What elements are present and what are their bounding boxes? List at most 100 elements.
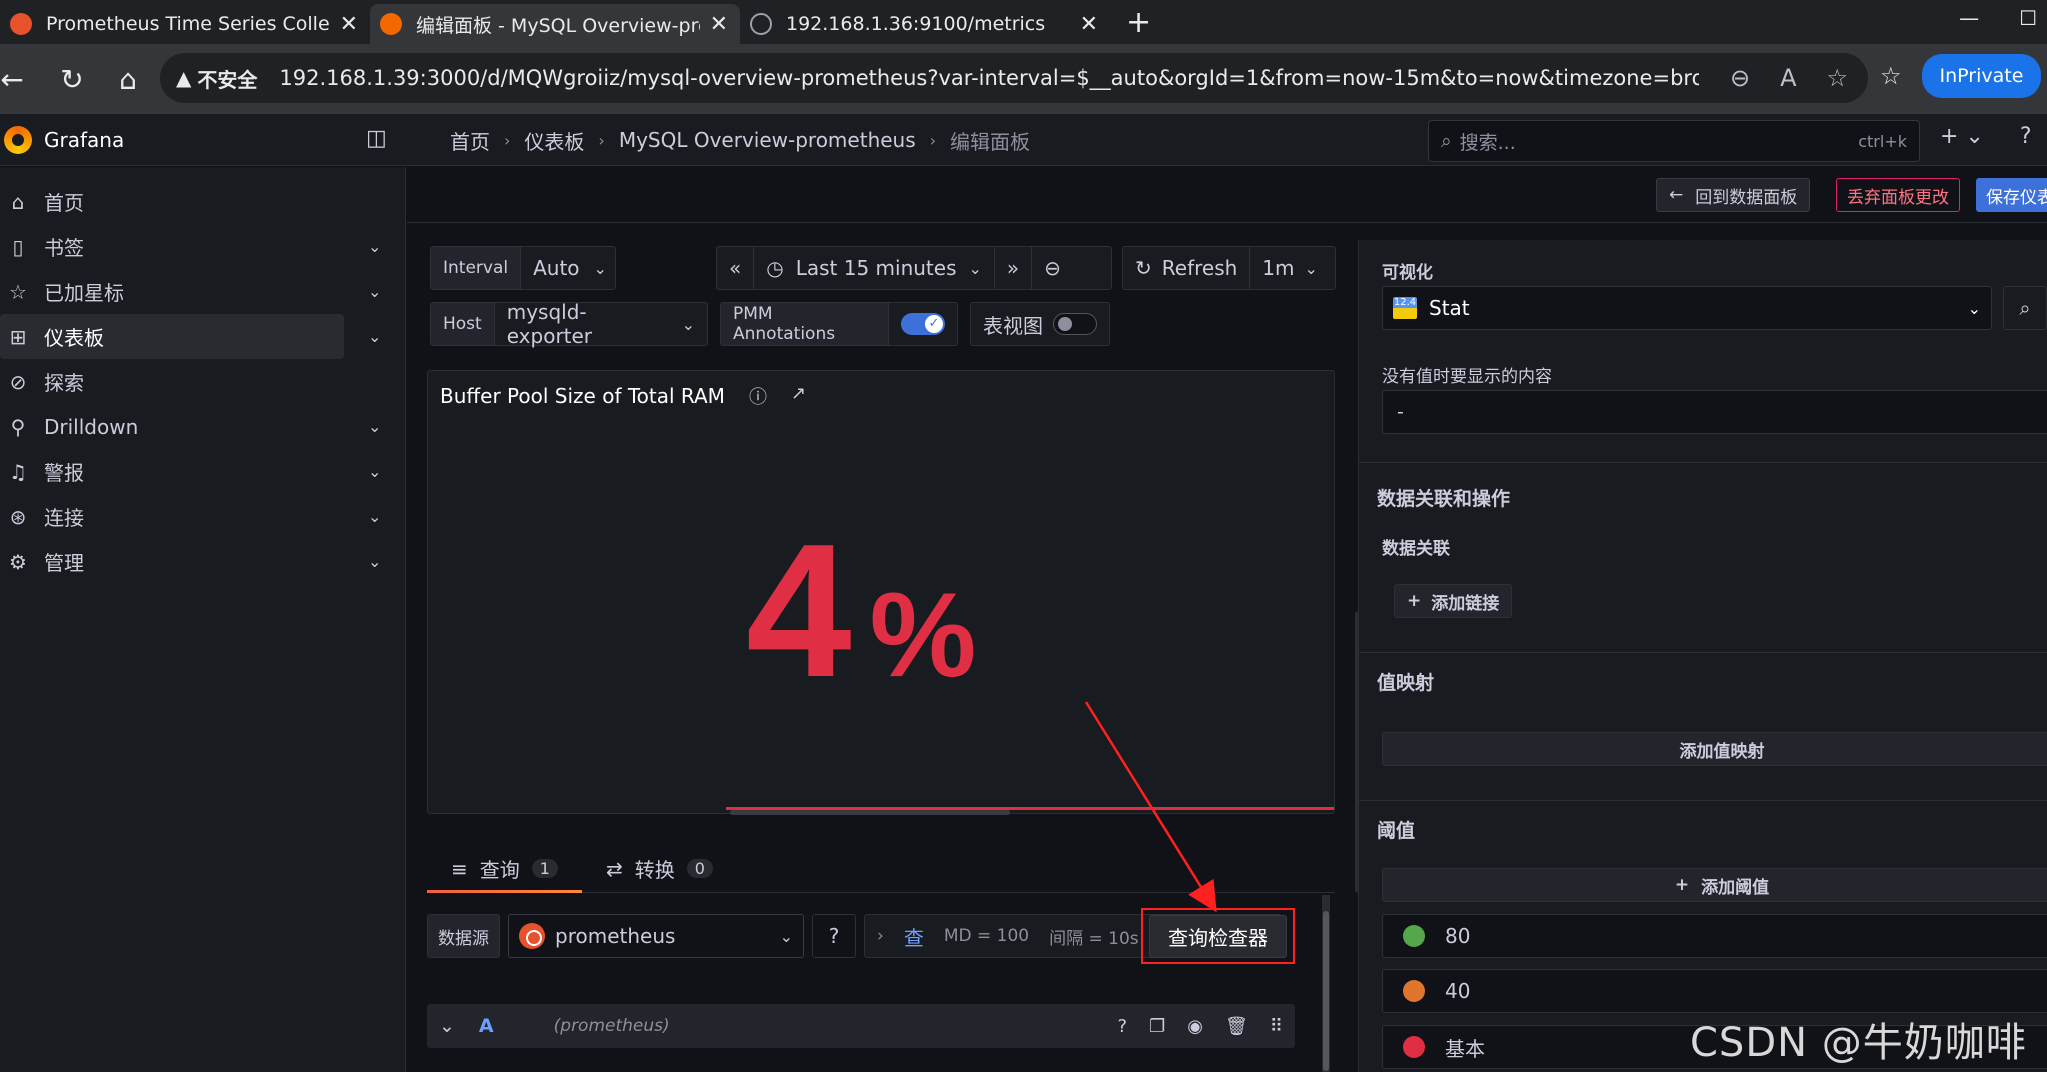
database-icon: ≡ [451, 856, 468, 881]
back-icon[interactable]: ← [0, 63, 24, 96]
help-icon[interactable]: ? [1118, 1016, 1128, 1037]
save-label: 保存仪表 [1986, 187, 2047, 208]
url-text[interactable]: 192.168.1.39:3000/d/MQWgroiiz/mysql-over… [279, 66, 1699, 90]
new-tab-icon[interactable]: + [1126, 5, 1151, 40]
horizontal-scrollbar[interactable] [730, 810, 1010, 815]
time-shift-forward-icon[interactable]: » [995, 247, 1033, 289]
time-shift-back-icon[interactable]: « [717, 247, 755, 289]
zoom-out-icon[interactable]: ⊖ [1032, 247, 1073, 289]
drag-handle-icon[interactable]: ⠿ [1270, 1016, 1283, 1037]
sidebar-item-admin[interactable]: ⚙ 管理 ⌄ [0, 539, 405, 584]
section-divider [1358, 800, 2047, 801]
table-view-switch[interactable] [1053, 313, 1097, 335]
save-dashboard-button[interactable]: 保存仪表 [1976, 178, 2047, 212]
links-section-title[interactable]: 数据关联和操作 [1377, 484, 1510, 511]
stat-value: 4 % [746, 516, 976, 706]
help-icon[interactable]: ? [2020, 124, 2032, 149]
add-threshold-button[interactable]: + 添加阈值 [1382, 868, 2047, 902]
chevron-down-icon[interactable]: ⌄ [368, 462, 381, 481]
chevron-right-icon: › [877, 926, 884, 946]
query-ref-id[interactable]: A [479, 1015, 494, 1037]
sidebar-item-starred[interactable]: ☆ 已加星标 ⌄ [0, 269, 405, 314]
threshold-value[interactable]: 80 [1445, 924, 1470, 948]
info-icon[interactable]: ⓘ [749, 383, 767, 409]
options-search-icon[interactable]: ⌕ [2003, 286, 2047, 330]
pmm-toggle[interactable] [901, 313, 945, 335]
browser-tab[interactable]: Prometheus Time Series Collectio ✕ [0, 4, 370, 44]
refresh-button[interactable]: ↻ Refresh [1123, 247, 1251, 289]
grafana-home-link[interactable]: Grafana ◫ [0, 114, 406, 166]
reload-icon[interactable]: ↻ [44, 63, 100, 96]
dock-menu-icon[interactable]: ◫ [366, 126, 387, 151]
chevron-down-icon[interactable]: ⌄ [368, 507, 381, 526]
sidebar-item-dashboards[interactable]: ⊞ 仪表板 ⌄ [0, 314, 381, 359]
favorite-star-icon[interactable]: ☆ [1826, 64, 1848, 92]
sidebar-item-connections[interactable]: ⊛ 连接 ⌄ [0, 494, 405, 539]
minimize-icon[interactable]: — [1959, 6, 1979, 30]
query-scrollbar[interactable] [1322, 895, 1330, 1072]
breadcrumb-dashboard[interactable]: MySQL Overview-prometheus [619, 128, 916, 152]
favorites-icon[interactable]: ☆ [1880, 62, 1902, 90]
eye-icon[interactable]: ◉ [1187, 1016, 1203, 1037]
inprivate-badge[interactable]: InPrivate [1921, 54, 2042, 98]
add-link-button[interactable]: + 添加链接 [1394, 584, 1513, 618]
chevron-down-icon[interactable]: ⌄ [368, 552, 381, 571]
sidebar-item-explore[interactable]: ⊘ 探索 [0, 359, 405, 404]
tab-queries[interactable]: ≡ 查询 1 [427, 845, 582, 893]
close-tab-icon[interactable]: ✕ [710, 12, 728, 37]
discard-changes-button[interactable]: 丢弃面板更改 [1836, 178, 1960, 212]
chevron-down-icon[interactable]: ⌄ [368, 327, 381, 346]
zoom-icon[interactable]: ⊖ [1730, 64, 1750, 92]
browser-tab[interactable]: 192.168.1.36:9100/metrics ✕ [740, 4, 1110, 44]
search-input[interactable]: ⌕ 搜索... ctrl+k [1428, 120, 1920, 162]
chevron-down-icon: ⌄ [968, 258, 982, 278]
visualization-picker[interactable]: 12.4 Stat ⌄ [1382, 286, 1992, 330]
sidebar-item-home[interactable]: ⌂ 首页 [0, 179, 405, 224]
datasource-help-icon[interactable]: ? [812, 914, 856, 958]
value-mappings-title[interactable]: 值映射 [1377, 668, 1434, 695]
sidebar-item-label: 连接 [44, 506, 84, 530]
tab-title: 编辑面板 - MySQL Overview-prom [416, 14, 700, 37]
read-aloud-icon[interactable]: A [1780, 64, 1796, 92]
query-options-link[interactable]: 查 [904, 922, 924, 951]
threshold-value[interactable]: 40 [1445, 979, 1470, 1003]
tab-transformations[interactable]: ⇄ 转换 0 [582, 845, 737, 892]
security-label: 不安全 [197, 67, 258, 92]
copy-icon[interactable]: ❐ [1149, 1016, 1165, 1037]
maximize-icon[interactable]: ☐ [2019, 6, 2037, 30]
refresh-controls: ↻ Refresh 1m ⌄ [1122, 246, 1336, 290]
sidebar-item-alerting[interactable]: ♫ 警报 ⌄ [0, 449, 405, 494]
interval-select[interactable]: Auto ⌄ [521, 256, 619, 280]
chevron-down-icon[interactable]: ⌄ [368, 282, 381, 301]
breadcrumb-home[interactable]: 首页 [450, 126, 490, 155]
threshold-color-swatch[interactable] [1403, 980, 1425, 1002]
trash-icon[interactable]: 🗑 [1225, 1016, 1248, 1037]
browser-tab-active[interactable]: 编辑面板 - MySQL Overview-prom ✕ [370, 4, 740, 44]
query-inspector-button[interactable]: 查询检查器 [1149, 914, 1287, 958]
refresh-interval-picker[interactable]: 1m ⌄ [1250, 247, 1330, 289]
collapse-chevron-icon[interactable]: ⌄ [439, 1015, 455, 1037]
address-bar[interactable]: ▲ 不安全 192.168.1.39:3000/d/MQWgroiiz/mysql… [160, 53, 1868, 103]
chevron-down-icon[interactable]: ⌄ [368, 417, 381, 436]
close-tab-icon[interactable]: ✕ [340, 12, 358, 37]
home-icon[interactable]: ⌂ [100, 63, 156, 96]
thresholds-title[interactable]: 阈值 [1377, 816, 1415, 843]
time-range-picker[interactable]: ◷ Last 15 minutes ⌄ [754, 247, 995, 289]
threshold-color-swatch[interactable] [1403, 1036, 1425, 1058]
sidebar-item-drilldown[interactable]: ⚲ Drilldown ⌄ [0, 404, 405, 449]
close-tab-icon[interactable]: ✕ [1080, 12, 1098, 37]
breadcrumb-dashboards[interactable]: 仪表板 [524, 126, 584, 155]
add-new-icon[interactable]: + ⌄ [1940, 124, 1984, 149]
back-to-dashboard-button[interactable]: ← 回到数据面板 [1656, 178, 1811, 212]
datasource-picker[interactable]: prometheus ⌄ [508, 914, 804, 958]
chevron-down-icon[interactable]: ⌄ [368, 237, 381, 256]
add-value-mapping-button[interactable]: 添加值映射 [1382, 732, 2047, 766]
external-link-icon[interactable]: ↗ [791, 383, 806, 409]
discard-label: 丢弃面板更改 [1847, 187, 1949, 208]
no-value-input[interactable]: - [1382, 390, 2047, 434]
host-select[interactable]: mysqld-exporter ⌄ [495, 300, 707, 348]
security-warning[interactable]: ▲ 不安全 [176, 64, 257, 93]
topbar-actions: + ⌄ ? [1940, 124, 2032, 149]
threshold-color-swatch[interactable] [1403, 925, 1425, 947]
sidebar-item-bookmarks[interactable]: ▯ 书签 ⌄ [0, 224, 405, 269]
